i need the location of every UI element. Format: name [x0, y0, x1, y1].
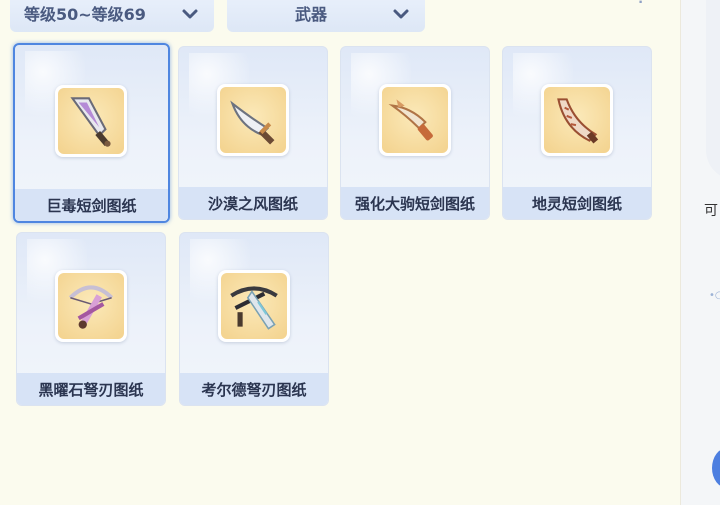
blueprint-name: 沙漠之风图纸: [179, 187, 327, 219]
chevron-down-icon: [182, 9, 198, 19]
blueprint-card[interactable]: 巨毒短剑图纸: [13, 43, 170, 223]
blueprint-card[interactable]: 强化大驹短剑图纸: [340, 46, 490, 220]
blueprint-name: 巨毒短剑图纸: [15, 189, 168, 221]
divider-dots-icon: •○: [709, 290, 720, 301]
blueprint-name: 强化大驹短剑图纸: [341, 187, 489, 219]
blueprint-card[interactable]: 黑曜石弩刃图纸: [16, 232, 166, 406]
detail-panel-label: 可: [704, 203, 718, 219]
blueprint-card[interactable]: 沙漠之风图纸: [178, 46, 328, 220]
blueprint-card[interactable]: 考尔德弩刃图纸: [179, 232, 329, 406]
level-filter-dropdown[interactable]: 等级50~等级69: [10, 0, 214, 32]
chevron-down-icon: [393, 9, 409, 19]
scimitar-blueprint-icon: [217, 84, 289, 156]
blueprint-name: 考尔德弩刃图纸: [180, 373, 328, 405]
crossbow-blade-blueprint-icon: [218, 270, 290, 342]
dagger-blueprint-icon: [55, 85, 127, 157]
blueprint-name: 地灵短剑图纸: [503, 187, 651, 219]
fang-dagger-blueprint-icon: [541, 84, 613, 156]
curved-dagger-blueprint-icon: [379, 84, 451, 156]
detail-panel-header: [706, 0, 720, 180]
type-filter-value: 武器: [294, 5, 327, 24]
crossbow-blueprint-icon: [55, 270, 127, 342]
blueprint-card[interactable]: 地灵短剑图纸: [502, 46, 652, 220]
help-icon[interactable]: ?: [630, 0, 652, 8]
blueprint-name: 黑曜石弩刃图纸: [17, 373, 165, 405]
level-filter-value: 等级50~等级69: [24, 5, 146, 24]
type-filter-dropdown[interactable]: 武器: [227, 0, 425, 32]
